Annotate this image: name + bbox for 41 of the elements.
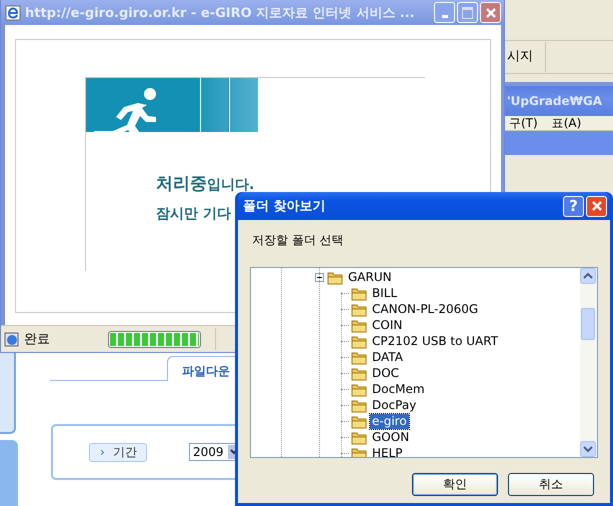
window-title: 'UpGrade₩GA [506, 94, 602, 108]
folder-item[interactable]: BILL [370, 286, 400, 300]
browser-icon [5, 4, 21, 20]
processing-message: 처리중입니다. [156, 173, 254, 195]
page-icon [4, 331, 20, 347]
cancel-button[interactable]: 취소 [508, 473, 594, 496]
close-icon [590, 200, 602, 212]
scroll-down-icon [580, 441, 596, 457]
close-icon [484, 6, 496, 18]
close-button[interactable] [480, 2, 501, 23]
folder-item[interactable]: DATA [370, 350, 405, 364]
window-title: http://e-giro.giro.or.kr - e-GIRO 지로자료 인터넷 서비스 ... [25, 4, 416, 22]
ok-button[interactable]: 확인 [412, 473, 498, 496]
scroll-up-icon [580, 268, 596, 284]
minimize-button[interactable] [434, 2, 455, 23]
sidebar-panel [0, 440, 18, 506]
folder-item[interactable]: DocPay [370, 398, 418, 412]
wait-message: 잠시만 기다 [156, 205, 231, 223]
banner-stripe [229, 78, 258, 132]
scroll-thumb[interactable] [581, 308, 595, 340]
collapse-icon[interactable] [315, 272, 324, 282]
folder-item[interactable]: e-giro [370, 414, 409, 428]
menu-item[interactable]: 구(T) [509, 116, 538, 130]
close-button[interactable] [586, 196, 607, 216]
status-text: 완료 [24, 331, 51, 348]
folder-item[interactable]: COIN [370, 318, 404, 332]
menu-item[interactable]: 표(A) [552, 116, 582, 130]
folder-item[interactable]: CANON-PL-2060G [370, 302, 480, 316]
dialog-title: 폴더 찾아보기 [243, 198, 327, 215]
help-button[interactable]: ? [563, 196, 584, 216]
banner-stripe [200, 78, 228, 132]
maximize-button[interactable] [457, 2, 478, 23]
folder-item[interactable]: GOON [370, 430, 412, 444]
folder-item[interactable]: CP2102 USB to UART [370, 334, 500, 348]
period-button[interactable]: › 기간 [89, 442, 147, 462]
scrollbar[interactable] [580, 268, 597, 457]
folder-item[interactable]: DocMem [370, 382, 427, 396]
prompt-label: 저장할 폴더 선택 [252, 232, 345, 249]
folder-item[interactable]: DOC [370, 366, 402, 380]
folder-item[interactable]: HELP [370, 446, 405, 457]
folder-item[interactable]: GARUN [346, 270, 394, 284]
